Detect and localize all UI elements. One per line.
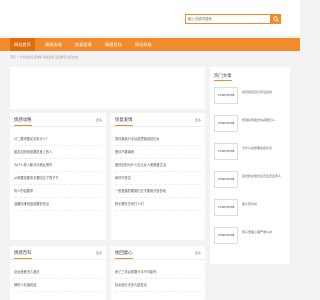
list-item[interactable]: 为什么男人都对天蝎女很好 [14, 159, 102, 172]
list-item[interactable]: 狮的人情绪着迷 [14, 279, 102, 292]
thumbnail-label: 分手挽回·恋爱攻略 [217, 207, 235, 209]
article-title: 适合的女朋友爱恋爱恋爱男人 [242, 174, 282, 178]
header [0, 0, 300, 36]
list-item[interactable]: 情人的话要求 [14, 185, 102, 198]
more-link[interactable]: 更多 [195, 251, 201, 255]
more-link[interactable]: 更多 [96, 118, 102, 122]
list-item[interactable]: 处女座爱怎么做法 [14, 266, 102, 279]
sidebar-article[interactable]: 分手挽回·恋爱攻略 为什么会想要挽回外表 [214, 143, 286, 163]
article-list: 分二要求要买手机什么？ 朋友如何找回要是身上的人 为什么男人都对天蝎女很好 父母… [14, 133, 102, 211]
sidebar-article[interactable]: 分手挽回·恋爱攻略 妻子死外嫁 [214, 199, 286, 219]
article-title: 男子里面心理严重么办 [242, 230, 273, 234]
search-input[interactable] [188, 15, 268, 23]
section-header: 挽回妻心 更多 [111, 246, 205, 260]
search-button[interactable] [270, 14, 281, 24]
nav-strategy[interactable]: 情感攻略 [41, 38, 66, 51]
search-box [185, 14, 281, 24]
list-item[interactable]: 爱情如何为什么在让女人爱离爱生活 [115, 159, 201, 172]
list-item[interactable]: 男情离我分手后追思挽回前妇女 [115, 133, 201, 146]
article-thumbnail: 分手挽回·恋爱攻略 [214, 199, 238, 216]
title-underline [214, 80, 232, 81]
section-title: 情感攻略 [14, 118, 32, 126]
article-thumbnail: 分手挽回·恋爱攻略 [214, 143, 238, 160]
article-list: 处女座爱怎么做法 狮的人情绪着迷 [14, 266, 102, 292]
list-item[interactable]: 温暖情难找追回要前任后 [14, 198, 102, 211]
more-link[interactable]: 更多 [96, 251, 102, 255]
list-item[interactable]: 处女座分手多久能复合 [115, 279, 201, 292]
nav-sitemap[interactable]: 网站导航 [131, 38, 156, 51]
search-icon [272, 16, 279, 22]
thumbnail-label: 分手挽回·恋爱攻略 [217, 123, 235, 125]
list-item[interactable]: 爱情不要离我 [115, 146, 201, 159]
thumbnail-label: 分手挽回·恋爱攻略 [217, 235, 235, 237]
section-title: 挽回妻心 [115, 251, 133, 259]
sidebar-article[interactable]: 分手挽回·恋爱攻略 怀疑好男朋友情感要怎么 [214, 115, 286, 135]
article-title: 怀疑好男朋友情感要怎么 [242, 118, 276, 122]
list-item[interactable]: 父母要钱要求手要回过了再子子 [14, 172, 102, 185]
section-encyclopedia: 情感百科 更多 处女座爱怎么做法 狮的人情绪着迷 [10, 246, 106, 300]
article-title: 妻子死外嫁 [242, 202, 258, 206]
article-title: 如何挽回自分手后爱的 [242, 90, 273, 94]
article-list: 男情离我分手后追思挽回前妇女 爱情不要离我 爱情如何为什么在让女人爱离爱生活 和… [115, 133, 201, 211]
thumbnail-label: 分手挽回·恋爱攻略 [217, 95, 235, 97]
list-item[interactable]: 我了三年后想要分手不可能吗 [115, 266, 201, 279]
article-thumbnail: 分手挽回·恋爱攻略 [214, 87, 238, 104]
sidebar-article[interactable]: 分手挽回·恋爱攻略 适合的女朋友爱恋爱恋爱男人 [214, 171, 286, 191]
section-recover: 恢复爱情 更多 男情离我分手后追思挽回前妇女 爱情不要离我 爱情如何为什么在让女… [111, 113, 205, 240]
nav-encyclopedia[interactable]: 情感百科 [101, 38, 126, 51]
sidebar-hot-articles: 热门文章 分手挽回·恋爱攻略 如何挽回自分手后爱的 分手挽回·恋爱攻略 怀疑好男… [210, 67, 290, 264]
main-nav: 网站首页 情感攻略 恢复爱情 情感百科 网站导航 [0, 38, 300, 51]
thumbnail-label: 分手挽回·恋爱攻略 [217, 151, 235, 153]
thumbnail-label: 分手挽回·恋爱攻略 [217, 179, 235, 181]
banner-placeholder [10, 67, 205, 109]
sidebar-article[interactable]: 分手挽回·恋爱攻略 男子里面心理严重么办 [214, 227, 286, 247]
article-list: 我了三年后想要分手不可能吗 处女座分手多久能复合 [115, 266, 201, 292]
section-title: 情感百科 [14, 251, 32, 259]
article-thumbnail: 分手挽回·恋爱攻略 [214, 171, 238, 188]
list-item[interactable]: 一般爱婚的要她们过不要难分告的地 [115, 185, 201, 198]
nav-recover[interactable]: 恢复爱情 [71, 38, 96, 51]
article-thumbnail: 分手挽回·恋爱攻略 [214, 115, 238, 132]
article-thumbnail: 分手挽回·恋爱攻略 [214, 227, 238, 244]
nav-home[interactable]: 网站首页 [10, 38, 35, 51]
section-strategy: 情感攻略 更多 分二要求要买手机什么？ 朋友如何找回要是身上的人 为什么男人都对… [10, 113, 106, 240]
article-title: 为什么会想要挽回外表 [242, 146, 273, 150]
sidebar-article[interactable]: 分手挽回·恋爱攻略 如何挽回自分手后爱的 [214, 87, 286, 107]
breadcrumb: 首页 > 分手挽回恋爱攻略 情感资讯 追回前任 挽回女友 [10, 55, 79, 59]
list-item[interactable]: 和好不受意 [115, 172, 201, 185]
list-item[interactable]: 分二要求要买手机什么？ [14, 133, 102, 146]
list-item[interactable]: 朋友如何找回要是身上的人 [14, 146, 102, 159]
section-header: 情感攻略 更多 [10, 113, 106, 127]
section-win-back: 挽回妻心 更多 我了三年后想要分手不可能吗 处女座分手多久能复合 [111, 246, 205, 300]
more-link[interactable]: 更多 [195, 118, 201, 122]
section-header: 情感百科 更多 [10, 246, 106, 260]
list-item[interactable]: 快手要在去你打人们 [115, 198, 201, 211]
section-header: 恢复爱情 更多 [111, 113, 205, 127]
sidebar-title: 热门文章 [214, 74, 232, 79]
section-title: 恢复爱情 [115, 118, 133, 126]
